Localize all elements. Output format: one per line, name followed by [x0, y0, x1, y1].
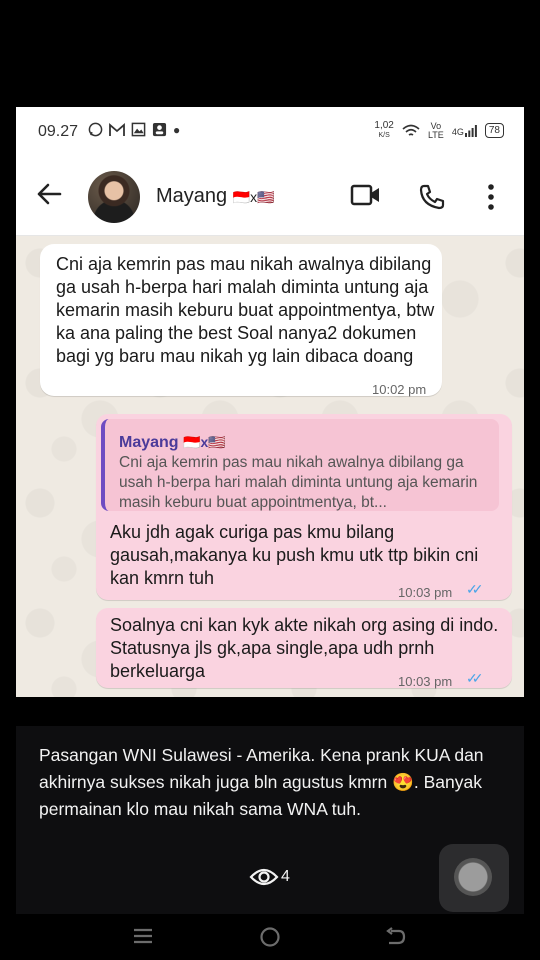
contact-name[interactable]: Mayang 🇮🇩x🇺🇸 — [156, 185, 275, 208]
status-bar: 09.27 ● 1,02 K/S Vo LTE 4G 78 — [16, 107, 524, 157]
back-arrow-icon[interactable] — [36, 182, 62, 206]
view-count[interactable]: 4 — [249, 866, 290, 888]
home-icon[interactable] — [259, 926, 281, 948]
story-caption: Pasangan WNI Sulawesi - Amerika. Kena pr… — [39, 745, 484, 819]
read-ticks-icon: ✓✓ — [466, 670, 484, 686]
status-time: 09.27 — [38, 123, 79, 140]
signal-bars-icon — [464, 124, 477, 137]
incoming-message[interactable]: Cni aja kemrin pas mau nikah awalnya dib… — [40, 244, 442, 397]
whatsapp-icon — [88, 122, 103, 137]
more-options-icon[interactable] — [487, 183, 495, 211]
message-time: 10:03 pm — [398, 674, 453, 689]
story-caption-area: Pasangan WNI Sulawesi - Amerika. Kena pr… — [16, 726, 524, 914]
chat-header: Mayang 🇮🇩x🇺🇸 — [16, 157, 524, 236]
notification-icons: ● — [88, 122, 180, 137]
assistive-touch-icon — [454, 858, 492, 896]
floating-assistive-button[interactable] — [439, 844, 509, 912]
account-icon — [152, 122, 167, 137]
outgoing-message[interactable]: Mayang 🇮🇩x🇺🇸 Cni aja kemrin pas mau nika… — [96, 414, 512, 600]
message-time: 10:03 pm — [398, 585, 453, 600]
read-ticks-icon: ✓✓ — [466, 581, 484, 597]
status-indicators: 1,02 K/S Vo LTE 4G 78 — [374, 121, 504, 140]
chat-screenshot: 09.27 ● 1,02 K/S Vo LTE 4G 78 Mayang 🇮🇩x… — [16, 107, 524, 697]
voice-call-icon[interactable] — [418, 183, 446, 211]
quote-sender: Mayang 🇮🇩x🇺🇸 — [119, 434, 226, 451]
view-count-number: 4 — [281, 868, 290, 885]
battery-indicator: 78 — [484, 123, 504, 138]
recent-apps-icon[interactable] — [133, 926, 153, 946]
message-text: Cni aja kemrin pas mau nikah awalnya dib… — [56, 254, 435, 366]
volte-indicator: Vo LTE — [427, 120, 444, 140]
story-viewer: 09.27 ● 1,02 K/S Vo LTE 4G 78 Mayang 🇮🇩x… — [0, 0, 540, 960]
quoted-message[interactable]: Mayang 🇮🇩x🇺🇸 Cni aja kemrin pas mau nika… — [101, 419, 499, 511]
network-speed: 1,02 K/S — [374, 120, 394, 140]
eye-icon — [249, 868, 279, 886]
system-navigation-bar — [0, 914, 540, 960]
more-notifications-dot: ● — [173, 122, 181, 137]
quote-text: Cni aja kemrin pas mau nikah awalnya dib… — [119, 454, 478, 511]
gmail-icon — [109, 122, 125, 136]
back-icon[interactable] — [385, 926, 407, 948]
video-call-icon[interactable] — [350, 183, 382, 207]
wifi-icon — [402, 124, 420, 136]
photo-icon — [131, 122, 146, 137]
message-text: Aku jdh agak curiga pas kmu bilang gausa… — [110, 522, 479, 588]
contact-avatar[interactable] — [88, 171, 140, 223]
message-time: 10:02 pm — [372, 382, 427, 397]
outgoing-message[interactable]: Soalnya cni kan kyk akte nikah org asing… — [96, 608, 512, 689]
signal-indicator: 4G — [452, 124, 477, 137]
